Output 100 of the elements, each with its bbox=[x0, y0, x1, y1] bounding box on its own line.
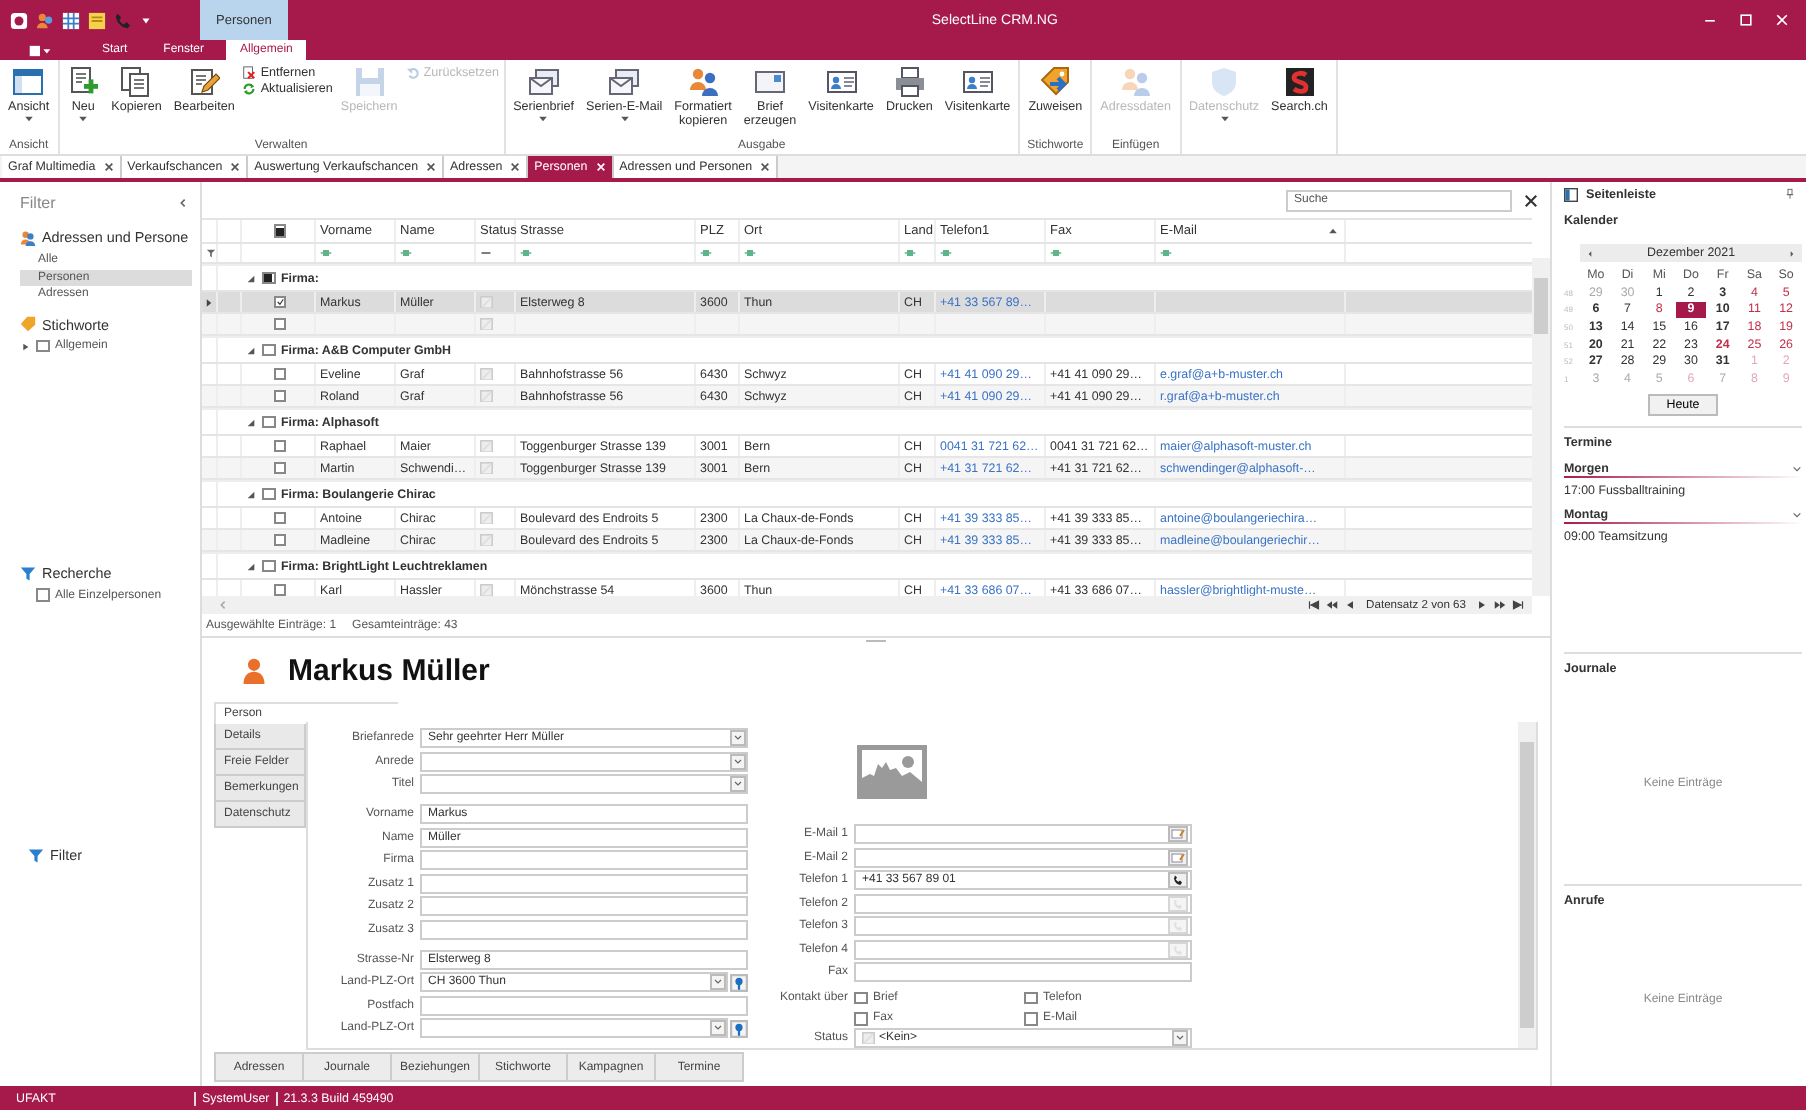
chevron-icon[interactable] bbox=[1792, 509, 1802, 520]
app-menu-icon[interactable] bbox=[28, 43, 52, 57]
checkbox[interactable] bbox=[273, 367, 287, 381]
clear-icon[interactable] bbox=[1524, 193, 1538, 207]
filter-operator-icon[interactable] bbox=[320, 248, 332, 258]
checkbox[interactable] bbox=[273, 439, 287, 453]
copy-icon bbox=[120, 66, 153, 98]
app-icon[interactable] bbox=[10, 11, 28, 29]
maximize-icon[interactable] bbox=[1738, 12, 1754, 28]
status-icon bbox=[480, 439, 493, 453]
next-record-icon[interactable] bbox=[1476, 600, 1488, 610]
dropdown-field[interactable] bbox=[420, 1018, 728, 1038]
filter-operator-icon[interactable] bbox=[700, 248, 712, 258]
filter-operator-icon[interactable] bbox=[400, 248, 412, 258]
checkbox[interactable] bbox=[262, 415, 275, 429]
checkbox[interactable] bbox=[273, 461, 287, 475]
filter-operator-icon[interactable] bbox=[744, 248, 756, 258]
people-icon bbox=[1119, 66, 1152, 98]
checkbox[interactable] bbox=[262, 487, 275, 501]
next-page-icon[interactable] bbox=[1494, 600, 1506, 610]
collapse-arrow-icon[interactable] bbox=[246, 273, 256, 283]
filter-operator-icon[interactable] bbox=[904, 248, 916, 258]
input-field[interactable] bbox=[854, 962, 1192, 982]
input-field[interactable] bbox=[854, 824, 1192, 844]
undo-icon bbox=[405, 66, 420, 80]
dash-icon[interactable] bbox=[480, 248, 492, 258]
input-field[interactable] bbox=[420, 919, 748, 939]
collapse-arrow-icon[interactable] bbox=[246, 345, 256, 355]
expand-arrow-icon[interactable] bbox=[20, 341, 30, 352]
input-field[interactable] bbox=[420, 850, 748, 870]
close-icon[interactable] bbox=[510, 162, 521, 172]
scrollbar[interactable] bbox=[1518, 722, 1536, 1048]
note-icon[interactable] bbox=[88, 11, 106, 29]
close-icon[interactable] bbox=[760, 162, 771, 172]
collapse-icon[interactable] bbox=[178, 198, 188, 208]
checkbox[interactable] bbox=[273, 533, 287, 547]
checkbox[interactable] bbox=[273, 317, 287, 331]
chevron-icon[interactable] bbox=[1792, 463, 1802, 474]
phone-icon[interactable] bbox=[1168, 872, 1188, 888]
filter-operator-icon[interactable] bbox=[940, 248, 952, 258]
pin-icon[interactable] bbox=[1786, 188, 1794, 200]
input-field[interactable] bbox=[420, 896, 748, 916]
collapse-arrow-icon[interactable] bbox=[246, 489, 256, 499]
dropdown-icon[interactable] bbox=[730, 776, 746, 792]
dropdown-field[interactable] bbox=[420, 774, 748, 794]
checkbox[interactable] bbox=[854, 1012, 867, 1025]
previous-record-icon[interactable] bbox=[1344, 600, 1357, 610]
checkbox[interactable] bbox=[262, 343, 275, 357]
collapse-arrow-icon[interactable] bbox=[246, 417, 256, 427]
checkbox[interactable] bbox=[854, 991, 867, 1004]
sidebar-icon bbox=[1564, 187, 1578, 201]
input-field[interactable] bbox=[854, 916, 1192, 936]
last-record-icon[interactable] bbox=[1512, 600, 1524, 610]
dropdown-field[interactable] bbox=[420, 751, 748, 771]
select-all-checkbox[interactable] bbox=[273, 224, 287, 238]
dropdown-icon[interactable] bbox=[730, 753, 746, 769]
dropdown-icon[interactable] bbox=[730, 730, 746, 746]
map-pin-icon[interactable] bbox=[730, 973, 748, 991]
first-record-icon[interactable] bbox=[1308, 600, 1321, 610]
input-field[interactable] bbox=[854, 847, 1192, 867]
envelope-stack-icon bbox=[527, 66, 560, 98]
checkbox[interactable] bbox=[273, 511, 287, 525]
photo-placeholder[interactable] bbox=[856, 744, 928, 801]
checkbox[interactable] bbox=[36, 588, 49, 602]
checkbox[interactable] bbox=[262, 271, 275, 285]
close-icon[interactable] bbox=[230, 162, 241, 172]
scroll-left-icon[interactable] bbox=[218, 600, 228, 610]
filter-operator-icon[interactable] bbox=[1160, 248, 1172, 258]
checkbox[interactable] bbox=[273, 583, 287, 596]
filter-operator-icon[interactable] bbox=[1050, 248, 1062, 258]
people-icon[interactable] bbox=[36, 11, 54, 29]
input-field[interactable] bbox=[854, 939, 1192, 959]
dropdown-icon[interactable] bbox=[1172, 1030, 1188, 1046]
dropdown-icon[interactable] bbox=[710, 974, 726, 990]
checkbox[interactable] bbox=[1024, 991, 1037, 1004]
dropdown-icon[interactable] bbox=[710, 1020, 726, 1036]
filter-operator-icon[interactable] bbox=[520, 248, 532, 258]
checkbox[interactable] bbox=[36, 339, 49, 353]
collapse-arrow-icon[interactable] bbox=[246, 561, 256, 571]
checkbox[interactable] bbox=[262, 559, 275, 573]
close-icon[interactable] bbox=[426, 162, 437, 172]
grid-icon[interactable] bbox=[62, 11, 80, 29]
checkbox[interactable] bbox=[273, 389, 287, 403]
close-icon[interactable] bbox=[103, 162, 114, 172]
letter-icon bbox=[754, 66, 786, 98]
input-field[interactable] bbox=[420, 873, 748, 893]
input-field[interactable] bbox=[854, 893, 1192, 913]
printer-icon bbox=[893, 66, 926, 98]
map-pin-icon[interactable] bbox=[730, 1019, 748, 1037]
scrollbar[interactable] bbox=[1532, 258, 1550, 596]
layout-icon bbox=[12, 66, 45, 98]
input-field[interactable] bbox=[420, 995, 748, 1015]
status-icon bbox=[862, 1031, 875, 1045]
filter-icon[interactable] bbox=[206, 248, 216, 258]
checkbox[interactable] bbox=[273, 295, 287, 309]
logo-icon bbox=[1283, 66, 1316, 98]
contact-card-icon bbox=[825, 66, 858, 98]
send-email-icon[interactable] bbox=[1168, 826, 1188, 842]
checkbox[interactable] bbox=[1024, 1012, 1037, 1025]
previous-page-icon[interactable] bbox=[1326, 600, 1339, 610]
